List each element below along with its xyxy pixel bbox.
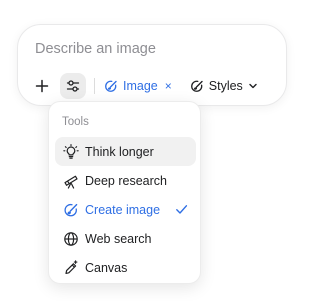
menu-item-label: Web search (85, 231, 152, 246)
plus-icon (35, 79, 49, 93)
toolbar-divider (94, 78, 95, 94)
image-chip-label: Image (123, 79, 158, 93)
page: Describe an image Image × Styles Tools T… (0, 0, 287, 301)
styles-chip-label: Styles (208, 79, 243, 93)
menu-item-label: Think longer (85, 144, 154, 159)
menu-item-create-image[interactable]: Create image (55, 195, 196, 224)
menu-item-label: Create image (85, 202, 161, 217)
brush-icon (63, 202, 79, 218)
image-tool-chip[interactable]: Image × (102, 74, 174, 98)
menu-item-think-longer[interactable]: Think longer (55, 137, 196, 166)
pencil-sparkle-icon (63, 259, 79, 276)
prompt-composer: Describe an image Image × Styles (17, 24, 287, 106)
tools-button[interactable] (60, 73, 86, 99)
add-attachment-button[interactable] (30, 74, 54, 98)
prompt-input[interactable]: Describe an image (35, 41, 156, 57)
brush-icon (104, 79, 118, 93)
lightbulb-icon (63, 143, 79, 160)
composer-toolbar: Image × Styles (30, 73, 260, 99)
sliders-icon (66, 79, 80, 93)
menu-item-web-search[interactable]: Web search (55, 224, 196, 253)
palette-icon (190, 79, 204, 93)
telescope-icon (63, 173, 79, 189)
tools-menu-header: Tools (62, 116, 89, 128)
menu-item-label: Canvas (85, 260, 128, 275)
globe-icon (63, 231, 79, 247)
styles-dropdown[interactable]: Styles (188, 74, 260, 98)
checkmark-icon (174, 203, 188, 217)
tools-menu-list: Think longer Deep research Create image … (55, 137, 196, 282)
menu-item-label: Deep research (85, 173, 167, 188)
menu-item-deep-research[interactable]: Deep research (55, 166, 196, 195)
chevron-down-icon (248, 81, 258, 91)
tools-menu: Tools Think longer Deep research Create … (48, 101, 201, 284)
remove-image-tool-button[interactable]: × (165, 79, 172, 93)
menu-item-canvas[interactable]: Canvas (55, 253, 196, 282)
